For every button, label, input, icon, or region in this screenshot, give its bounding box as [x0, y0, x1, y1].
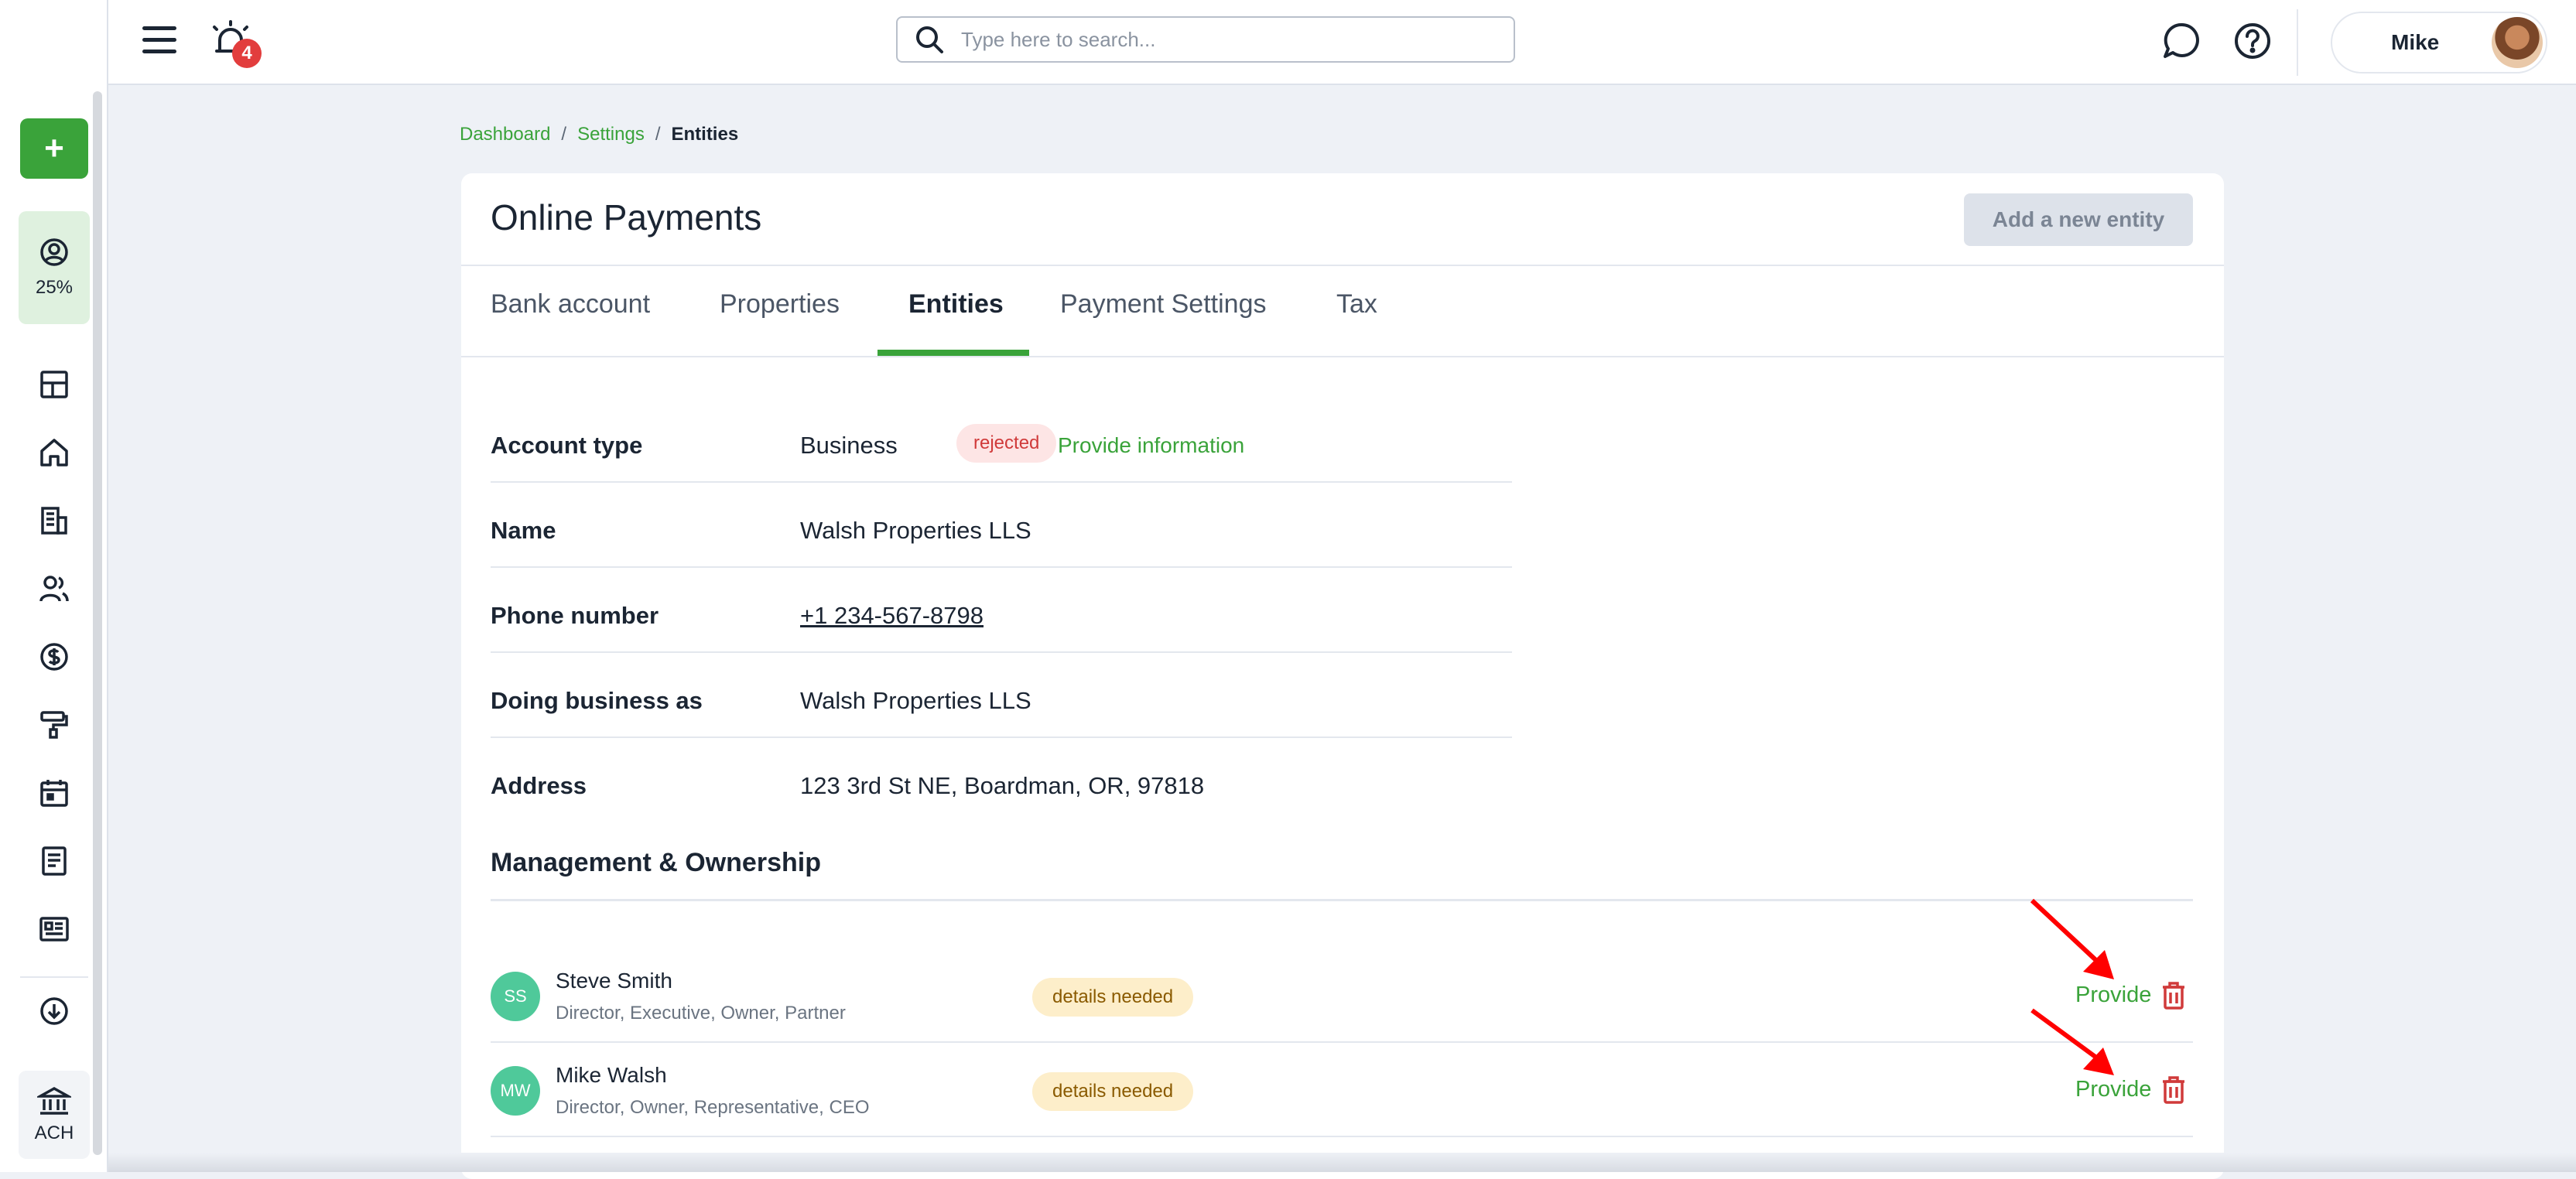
user-name: Mike: [2391, 30, 2440, 54]
owner-name: Mike Walsh: [556, 1063, 667, 1087]
bottom-edge: [108, 1153, 2576, 1172]
add-new-button[interactable]: +: [20, 118, 88, 179]
trash-icon[interactable]: [2160, 981, 2187, 1010]
annotation-arrow-icon: [2030, 898, 2114, 979]
name-label: Name: [491, 517, 556, 544]
address-label: Address: [491, 772, 587, 799]
status-badge: rejected: [956, 424, 1057, 463]
address-row: Address 123 3rd St NE, Boardman, OR, 978…: [491, 738, 1512, 823]
logo-area: [0, 0, 108, 85]
search-icon: [916, 26, 943, 53]
divider: [461, 356, 2224, 357]
name-value: Walsh Properties LLS: [800, 517, 1031, 544]
dba-row: Doing business as Walsh Properties LLS: [491, 653, 1512, 738]
hamburger-menu-icon[interactable]: [142, 23, 176, 57]
people-icon[interactable]: [37, 572, 71, 606]
newspaper-icon[interactable]: [37, 912, 71, 946]
home-icon[interactable]: [37, 436, 71, 470]
tab-properties[interactable]: Properties: [720, 289, 840, 320]
calendar-icon[interactable]: [37, 776, 71, 810]
document-icon[interactable]: [37, 844, 71, 878]
notification-badge: 4: [232, 39, 262, 68]
cloud-download-icon[interactable]: [37, 994, 71, 1028]
paint-roller-icon[interactable]: [37, 708, 71, 742]
account-type-row: Account type Business rejected Provide i…: [491, 398, 1512, 483]
owner-initials-avatar: SS: [491, 972, 540, 1021]
active-tab-indicator: [877, 350, 1029, 356]
tab-tax[interactable]: Tax: [1336, 289, 1377, 320]
chat-icon[interactable]: [2161, 21, 2201, 65]
owner-name: Steve Smith: [556, 969, 672, 993]
owner-roles: Director, Executive, Owner, Partner: [556, 1003, 846, 1024]
divider: [491, 899, 2193, 901]
tab-entities[interactable]: Entities: [908, 289, 1004, 320]
user-circle-icon: [40, 238, 68, 266]
provide-information-link[interactable]: Provide information: [1058, 433, 1244, 458]
breadcrumb-separator: /: [561, 124, 567, 145]
bank-icon: [37, 1086, 71, 1115]
sidebar-divider: [20, 976, 88, 978]
trash-icon[interactable]: [2160, 1075, 2187, 1105]
breadcrumb-dashboard[interactable]: Dashboard: [460, 124, 550, 145]
phone-link[interactable]: +1 234-567-8798: [800, 602, 984, 630]
phone-label: Phone number: [491, 602, 659, 629]
owner-roles: Director, Owner, Representative, CEO: [556, 1097, 870, 1118]
owner-row: MW Mike Walsh Director, Owner, Represent…: [491, 1044, 2193, 1137]
account-type-label: Account type: [491, 432, 643, 459]
annotation-arrow-icon: [2030, 1008, 2114, 1075]
building-icon[interactable]: [37, 504, 71, 538]
phone-row: Phone number +1 234-567-8798: [491, 568, 1512, 653]
name-row: Name Walsh Properties LLS: [491, 483, 1512, 568]
sidebar-scrollbar[interactable]: [93, 91, 102, 1155]
dashboard-icon[interactable]: [37, 367, 71, 402]
page-title: Online Payments: [491, 197, 762, 238]
user-menu[interactable]: Mike: [2331, 12, 2547, 73]
tab-payment-settings[interactable]: Payment Settings: [1060, 289, 1266, 320]
help-icon[interactable]: [2232, 21, 2273, 65]
breadcrumb-separator: /: [655, 124, 661, 145]
dollar-icon[interactable]: [37, 640, 71, 674]
add-new-entity-button[interactable]: Add a new entity: [1964, 193, 2193, 246]
status-badge: details needed: [1032, 978, 1194, 1017]
breadcrumb-settings[interactable]: Settings: [577, 124, 645, 145]
management-section-title: Management & Ownership: [491, 848, 821, 877]
online-payments-card: Online Payments Add a new entity Bank ac…: [461, 173, 2224, 1179]
tab-bank-account[interactable]: Bank account: [491, 289, 650, 320]
status-badge: details needed: [1032, 1072, 1194, 1111]
dba-value: Walsh Properties LLS: [800, 687, 1031, 714]
divider: [461, 265, 2224, 266]
address-value: 123 3rd St NE, Boardman, OR, 97818: [800, 772, 1205, 799]
avatar: [2492, 17, 2543, 68]
profile-progress[interactable]: 25%: [19, 211, 90, 324]
divider: [2297, 9, 2298, 76]
search-box[interactable]: [896, 16, 1515, 63]
top-bar: 4 Mike: [0, 0, 2576, 85]
owner-initials-avatar: MW: [491, 1066, 540, 1116]
progress-percent: 25%: [35, 277, 74, 298]
owner-row: SS Steve Smith Director, Executive, Owne…: [491, 950, 2193, 1043]
dba-label: Doing business as: [491, 687, 703, 714]
ach-label: ACH: [34, 1123, 74, 1143]
account-type-value: Business: [800, 432, 898, 459]
breadcrumb-current: Entities: [671, 124, 739, 145]
search-input[interactable]: [961, 27, 1487, 52]
ach-nav-item[interactable]: ACH: [19, 1071, 90, 1159]
breadcrumb: Dashboard / Settings / Entities: [460, 124, 738, 145]
